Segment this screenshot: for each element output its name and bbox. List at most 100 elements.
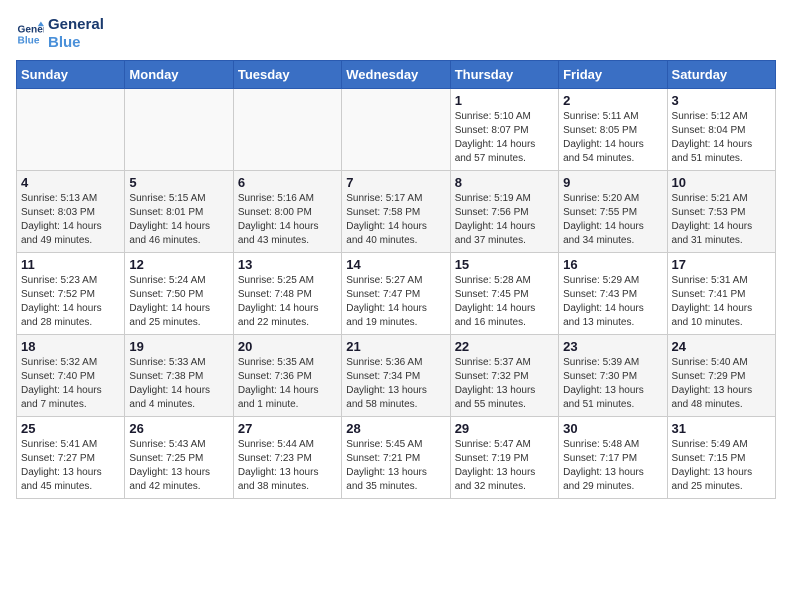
calendar-cell: 26 Sunrise: 5:43 AM Sunset: 7:25 PM Dayli… <box>125 417 233 499</box>
day-number: 18 <box>21 339 120 354</box>
calendar-cell: 22Sunrise: 5:37 AM Sunset: 7:32 PM Dayli… <box>450 335 558 417</box>
day-number: 4 <box>21 175 120 190</box>
day-number: 15 <box>455 257 554 272</box>
day-info: Sunrise: 5:29 AM Sunset: 7:43 PM Dayligh… <box>563 274 662 330</box>
calendar-week-1: 1 Sunrise: 5:10 AM Sunset: 8:07 PM Daylig… <box>17 89 776 171</box>
day-number: 3 <box>672 93 771 108</box>
logo-icon: General Blue <box>16 20 44 48</box>
day-info: Sunrise: 5:23 AM Sunset: 7:52 PM Dayligh… <box>21 274 120 330</box>
day-number: 7 <box>346 175 445 190</box>
day-number: 16 <box>563 257 662 272</box>
calendar-cell: 11 Sunrise: 5:23 AM Sunset: 7:52 PM Dayli… <box>17 253 125 335</box>
calendar-cell <box>17 89 125 171</box>
calendar-cell: 8Sunrise: 5:19 AM Sunset: 7:56 PM Daylig… <box>450 171 558 253</box>
day-number: 31 <box>672 421 771 436</box>
day-info: Sunrise: 5:49 AM Sunset: 7:15 PM Dayligh… <box>672 438 771 494</box>
day-info: Sunrise: 5:27 AM Sunset: 7:47 PM Dayligh… <box>346 274 445 330</box>
day-number: 1 <box>455 93 554 108</box>
day-number: 2 <box>563 93 662 108</box>
day-number: 24 <box>672 339 771 354</box>
day-number: 13 <box>238 257 337 272</box>
weekday-header-row: SundayMondayTuesdayWednesdayThursdayFrid… <box>17 61 776 89</box>
day-number: 12 <box>129 257 228 272</box>
day-info: Sunrise: 5:31 AM Sunset: 7:41 PM Dayligh… <box>672 274 771 330</box>
day-number: 23 <box>563 339 662 354</box>
calendar-cell: 1 Sunrise: 5:10 AM Sunset: 8:07 PM Daylig… <box>450 89 558 171</box>
day-number: 6 <box>238 175 337 190</box>
calendar-cell: 10 Sunrise: 5:21 AM Sunset: 7:53 PM Dayli… <box>667 171 775 253</box>
day-info: Sunrise: 5:10 AM Sunset: 8:07 PM Dayligh… <box>455 110 554 166</box>
page-header: General Blue General Blue <box>16 16 776 52</box>
day-number: 27 <box>238 421 337 436</box>
day-info: Sunrise: 5:19 AM Sunset: 7:56 PM Dayligh… <box>455 192 554 248</box>
day-number: 14 <box>346 257 445 272</box>
day-number: 30 <box>563 421 662 436</box>
day-info: Sunrise: 5:43 AM Sunset: 7:25 PM Dayligh… <box>129 438 228 494</box>
day-info: Sunrise: 5:28 AM Sunset: 7:45 PM Dayligh… <box>455 274 554 330</box>
day-number: 10 <box>672 175 771 190</box>
calendar-cell: 25Sunrise: 5:41 AM Sunset: 7:27 PM Dayli… <box>17 417 125 499</box>
calendar-cell: 28Sunrise: 5:45 AM Sunset: 7:21 PM Dayli… <box>342 417 450 499</box>
calendar-week-2: 4 Sunrise: 5:13 AM Sunset: 8:03 PM Daylig… <box>17 171 776 253</box>
calendar-cell: 20Sunrise: 5:35 AM Sunset: 7:36 PM Dayli… <box>233 335 341 417</box>
calendar-cell: 31 Sunrise: 5:49 AM Sunset: 7:15 PM Dayli… <box>667 417 775 499</box>
calendar-cell: 27 Sunrise: 5:44 AM Sunset: 7:23 PM Dayli… <box>233 417 341 499</box>
calendar-cell: 6 Sunrise: 5:16 AM Sunset: 8:00 PM Daylig… <box>233 171 341 253</box>
calendar-cell: 30Sunrise: 5:48 AM Sunset: 7:17 PM Dayli… <box>559 417 667 499</box>
weekday-header-monday: Monday <box>125 61 233 89</box>
calendar-cell: 15 Sunrise: 5:28 AM Sunset: 7:45 PM Dayli… <box>450 253 558 335</box>
day-number: 11 <box>21 257 120 272</box>
day-info: Sunrise: 5:11 AM Sunset: 8:05 PM Dayligh… <box>563 110 662 166</box>
calendar-cell: 16 Sunrise: 5:29 AM Sunset: 7:43 PM Dayli… <box>559 253 667 335</box>
day-info: Sunrise: 5:32 AM Sunset: 7:40 PM Dayligh… <box>21 356 120 412</box>
calendar-cell: 13Sunrise: 5:25 AM Sunset: 7:48 PM Dayli… <box>233 253 341 335</box>
day-info: Sunrise: 5:16 AM Sunset: 8:00 PM Dayligh… <box>238 192 337 248</box>
weekday-header-saturday: Saturday <box>667 61 775 89</box>
day-info: Sunrise: 5:13 AM Sunset: 8:03 PM Dayligh… <box>21 192 120 248</box>
calendar-cell: 21Sunrise: 5:36 AM Sunset: 7:34 PM Dayli… <box>342 335 450 417</box>
calendar-cell: 14 Sunrise: 5:27 AM Sunset: 7:47 PM Dayli… <box>342 253 450 335</box>
svg-text:Blue: Blue <box>18 35 40 46</box>
calendar-cell: 18 Sunrise: 5:32 AM Sunset: 7:40 PM Dayli… <box>17 335 125 417</box>
calendar-cell: 7 Sunrise: 5:17 AM Sunset: 7:58 PM Daylig… <box>342 171 450 253</box>
day-info: Sunrise: 5:33 AM Sunset: 7:38 PM Dayligh… <box>129 356 228 412</box>
calendar-cell <box>233 89 341 171</box>
calendar-cell: 9 Sunrise: 5:20 AM Sunset: 7:55 PM Daylig… <box>559 171 667 253</box>
calendar-cell: 2 Sunrise: 5:11 AM Sunset: 8:05 PM Daylig… <box>559 89 667 171</box>
weekday-header-friday: Friday <box>559 61 667 89</box>
day-number: 29 <box>455 421 554 436</box>
calendar-week-5: 25Sunrise: 5:41 AM Sunset: 7:27 PM Dayli… <box>17 417 776 499</box>
day-number: 19 <box>129 339 228 354</box>
calendar-cell: 24 Sunrise: 5:40 AM Sunset: 7:29 PM Dayli… <box>667 335 775 417</box>
day-info: Sunrise: 5:12 AM Sunset: 8:04 PM Dayligh… <box>672 110 771 166</box>
day-number: 26 <box>129 421 228 436</box>
day-number: 20 <box>238 339 337 354</box>
calendar-cell <box>342 89 450 171</box>
day-info: Sunrise: 5:20 AM Sunset: 7:55 PM Dayligh… <box>563 192 662 248</box>
calendar-cell: 12 Sunrise: 5:24 AM Sunset: 7:50 PM Dayli… <box>125 253 233 335</box>
day-number: 9 <box>563 175 662 190</box>
day-number: 17 <box>672 257 771 272</box>
weekday-header-sunday: Sunday <box>17 61 125 89</box>
day-info: Sunrise: 5:44 AM Sunset: 7:23 PM Dayligh… <box>238 438 337 494</box>
calendar-cell <box>125 89 233 171</box>
calendar-cell: 19 Sunrise: 5:33 AM Sunset: 7:38 PM Dayli… <box>125 335 233 417</box>
logo-general: General <box>48 16 104 34</box>
day-info: Sunrise: 5:47 AM Sunset: 7:19 PM Dayligh… <box>455 438 554 494</box>
calendar-cell: 3 Sunrise: 5:12 AM Sunset: 8:04 PM Daylig… <box>667 89 775 171</box>
calendar-cell: 29 Sunrise: 5:47 AM Sunset: 7:19 PM Dayli… <box>450 417 558 499</box>
calendar-table: SundayMondayTuesdayWednesdayThursdayFrid… <box>16 60 776 499</box>
day-info: Sunrise: 5:40 AM Sunset: 7:29 PM Dayligh… <box>672 356 771 412</box>
calendar-cell: 5Sunrise: 5:15 AM Sunset: 8:01 PM Daylig… <box>125 171 233 253</box>
day-info: Sunrise: 5:36 AM Sunset: 7:34 PM Dayligh… <box>346 356 445 412</box>
logo-blue: Blue <box>48 34 104 52</box>
calendar-cell: 17 Sunrise: 5:31 AM Sunset: 7:41 PM Dayli… <box>667 253 775 335</box>
calendar-week-3: 11 Sunrise: 5:23 AM Sunset: 7:52 PM Dayli… <box>17 253 776 335</box>
logo: General Blue General Blue <box>16 16 104 52</box>
day-info: Sunrise: 5:17 AM Sunset: 7:58 PM Dayligh… <box>346 192 445 248</box>
day-number: 22 <box>455 339 554 354</box>
day-info: Sunrise: 5:45 AM Sunset: 7:21 PM Dayligh… <box>346 438 445 494</box>
calendar-cell: 4 Sunrise: 5:13 AM Sunset: 8:03 PM Daylig… <box>17 171 125 253</box>
day-info: Sunrise: 5:24 AM Sunset: 7:50 PM Dayligh… <box>129 274 228 330</box>
day-info: Sunrise: 5:21 AM Sunset: 7:53 PM Dayligh… <box>672 192 771 248</box>
